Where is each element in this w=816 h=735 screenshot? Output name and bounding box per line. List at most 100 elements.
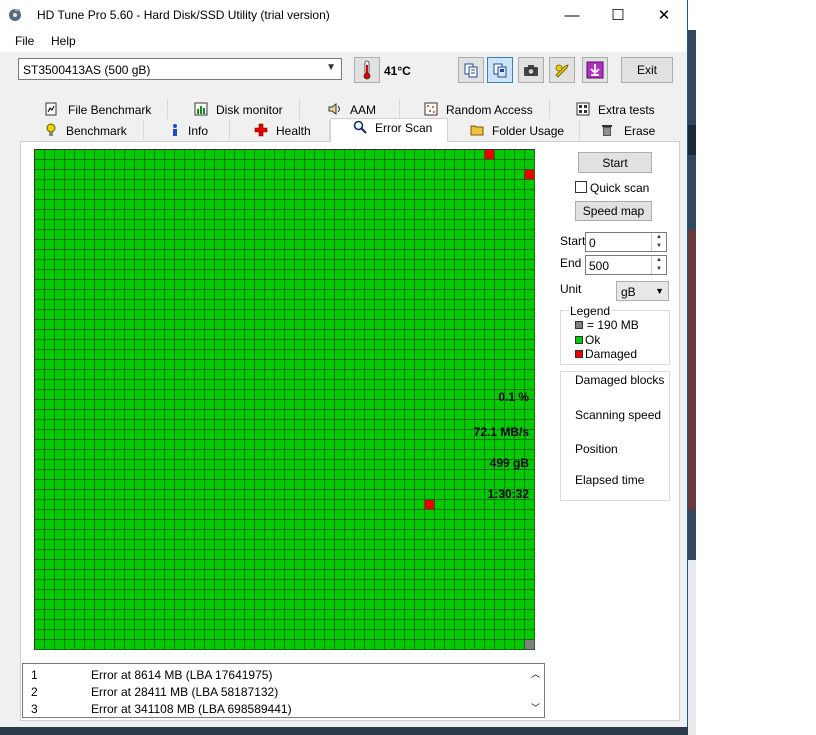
spin-down-icon[interactable]: ▼: [652, 242, 666, 251]
scroll-down-icon[interactable]: ﹀: [527, 701, 544, 714]
tab-random-access[interactable]: Random Access: [400, 99, 550, 119]
ok-block: [335, 510, 345, 520]
ok-block: [455, 300, 465, 310]
spin-up-icon[interactable]: ▲: [652, 256, 666, 265]
tab-health[interactable]: Health: [230, 120, 330, 140]
ok-block: [115, 210, 125, 220]
wrench-icon: [555, 64, 569, 78]
ok-block: [425, 260, 435, 270]
ok-block: [45, 430, 55, 440]
error-list[interactable]: 1 Error at 8614 MB (LBA 17641975) 2 Erro…: [22, 663, 545, 718]
ok-block: [255, 290, 265, 300]
spin-buttons[interactable]: ▲ ▼: [651, 256, 666, 274]
options-button[interactable]: [549, 57, 575, 83]
exit-button[interactable]: Exit: [621, 57, 673, 83]
ok-block: [325, 630, 335, 640]
ok-block: [385, 590, 395, 600]
ok-block: [275, 160, 285, 170]
ok-block: [515, 200, 525, 210]
list-item[interactable]: 1 Error at 8614 MB (LBA 17641975): [23, 666, 528, 683]
ok-block: [295, 450, 305, 460]
speed-map-button[interactable]: Speed map: [575, 201, 652, 221]
ok-block: [345, 290, 355, 300]
temperature-button[interactable]: [354, 57, 380, 83]
ok-block: [465, 540, 475, 550]
spin-down-icon[interactable]: ▼: [652, 265, 666, 274]
ok-block: [365, 200, 375, 210]
save-button[interactable]: [582, 57, 608, 83]
ok-block: [215, 450, 225, 460]
drive-select[interactable]: ST3500413AS (500 gB) ▼: [18, 58, 342, 80]
ok-block: [385, 390, 395, 400]
ok-block: [305, 590, 315, 600]
ok-block: [335, 590, 345, 600]
spin-up-icon[interactable]: ▲: [652, 233, 666, 242]
maximize-button[interactable]: ☐: [595, 0, 641, 30]
error-list-scrollbar[interactable]: ︿ ﹀: [527, 664, 544, 717]
ok-block: [245, 570, 255, 580]
ok-block: [185, 520, 195, 530]
ok-block: [355, 240, 365, 250]
screenshot-button[interactable]: [518, 57, 544, 83]
ok-block: [255, 360, 265, 370]
ok-block: [375, 510, 385, 520]
tab-aam[interactable]: AAM: [300, 99, 400, 119]
ok-block: [185, 440, 195, 450]
copy-screenshot-button[interactable]: [487, 57, 513, 83]
close-button[interactable]: ✕: [641, 0, 687, 30]
menu-help[interactable]: Help: [51, 34, 76, 48]
start-spinbox[interactable]: 0 ▲ ▼: [585, 232, 667, 252]
ok-block: [65, 500, 75, 510]
list-item[interactable]: 3 Error at 341108 MB (LBA 698589441): [23, 700, 528, 717]
ok-block: [165, 470, 175, 480]
quick-scan-checkbox[interactable]: [575, 181, 587, 193]
ok-block: [525, 250, 535, 260]
unit-select[interactable]: gB ▼: [616, 281, 669, 301]
ok-block: [285, 420, 295, 430]
ok-block: [85, 290, 95, 300]
ok-block: [205, 440, 215, 450]
menu-file[interactable]: File: [15, 34, 34, 48]
title-bar[interactable]: HD Tune Pro 5.60 - Hard Disk/SSD Utility…: [0, 0, 687, 30]
ok-block: [65, 460, 75, 470]
ok-block: [385, 560, 395, 570]
tab-info[interactable]: Info: [144, 120, 230, 140]
copy-text-button[interactable]: [458, 57, 484, 83]
ok-block: [45, 220, 55, 230]
ok-block: [245, 630, 255, 640]
tab-file-benchmark[interactable]: File Benchmark: [30, 99, 168, 119]
ok-block: [495, 600, 505, 610]
ok-block: [85, 550, 95, 560]
ok-block: [275, 330, 285, 340]
ok-block: [195, 350, 205, 360]
spin-buttons[interactable]: ▲ ▼: [651, 233, 666, 251]
ok-block: [265, 150, 275, 160]
tab-disk-monitor[interactable]: Disk monitor: [168, 99, 300, 119]
ok-block: [45, 630, 55, 640]
ok-block: [235, 300, 245, 310]
ok-block: [135, 440, 145, 450]
start-scan-button[interactable]: Start: [578, 152, 652, 173]
tab-extra-tests[interactable]: Extra tests: [550, 99, 676, 119]
ok-block: [445, 590, 455, 600]
ok-block: [225, 170, 235, 180]
ok-block: [355, 180, 365, 190]
ok-block: [445, 520, 455, 530]
ok-block: [395, 170, 405, 180]
ok-block: [375, 580, 385, 590]
ok-block: [315, 340, 325, 350]
ok-block: [375, 540, 385, 550]
minimize-button[interactable]: —: [549, 0, 595, 30]
scroll-up-icon[interactable]: ︿: [527, 667, 544, 680]
tab-benchmark[interactable]: Benchmark: [22, 120, 144, 140]
tab-folder-usage[interactable]: Folder Usage: [448, 120, 580, 140]
ok-block: [315, 560, 325, 570]
tab-erase[interactable]: Erase: [580, 120, 676, 140]
tab-error-scan[interactable]: Error Scan: [330, 118, 448, 142]
list-item[interactable]: 2 Error at 28411 MB (LBA 58187132): [23, 683, 528, 700]
end-spinbox[interactable]: 500 ▲ ▼: [585, 255, 667, 275]
ok-block: [295, 570, 305, 580]
ok-block: [285, 430, 295, 440]
ok-block: [55, 310, 65, 320]
ok-block: [115, 380, 125, 390]
